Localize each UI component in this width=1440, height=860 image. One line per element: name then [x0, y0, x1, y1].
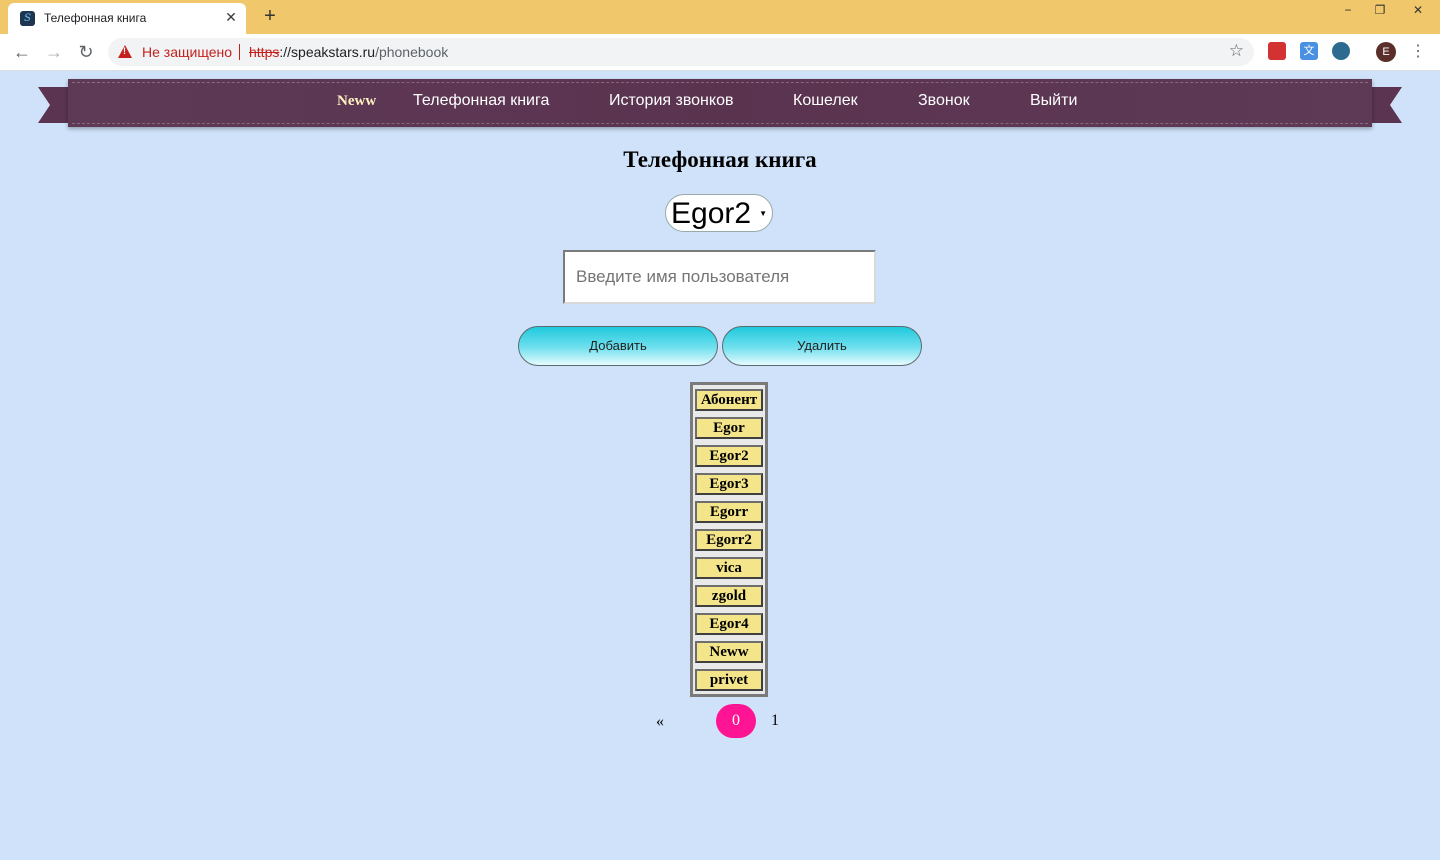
tab-close-icon[interactable]: ✕: [222, 8, 240, 26]
tab-title: Телефонная книга: [44, 11, 147, 25]
nav-link-logout[interactable]: Выйти: [1030, 92, 1077, 110]
chevron-down-icon: ▼: [759, 209, 767, 218]
table-row[interactable]: zgold: [695, 585, 763, 607]
user-select-value: Egor2: [671, 197, 752, 230]
table-row[interactable]: Egorr: [695, 501, 763, 523]
window-close-icon[interactable]: ✕: [1396, 0, 1440, 20]
bookmark-star-icon[interactable]: ☆: [1229, 41, 1244, 61]
table-row[interactable]: Egor3: [695, 473, 763, 495]
pagination-page-link[interactable]: 1: [771, 712, 779, 730]
browser-tab[interactable]: S Телефонная книга ✕: [8, 3, 246, 34]
restore-icon[interactable]: ❐: [1364, 0, 1396, 20]
site-navbar: Neww Телефонная книга История звонков Ко…: [68, 79, 1372, 127]
warning-icon[interactable]: [118, 45, 132, 58]
omnibox-divider: [239, 44, 240, 60]
reload-icon[interactable]: ↻: [74, 40, 98, 64]
table-row[interactable]: Egor: [695, 417, 763, 439]
translate-extension-icon[interactable]: 文: [1300, 42, 1318, 60]
url-host: ://speakstars.ru: [279, 44, 376, 60]
table-row[interactable]: privet: [695, 669, 763, 691]
username-input[interactable]: [563, 250, 876, 304]
security-status[interactable]: Не защищено: [142, 44, 232, 60]
table-row[interactable]: Egor4: [695, 613, 763, 635]
page-title: Телефонная книга: [623, 147, 817, 172]
site-favicon-icon: S: [20, 11, 35, 26]
delete-button[interactable]: Удалить: [722, 326, 922, 366]
url-path: /phonebook: [375, 44, 449, 60]
new-tab-button[interactable]: +: [258, 4, 282, 28]
window-controls: − ❐ ✕: [1332, 0, 1440, 20]
nav-link-wallet[interactable]: Кошелек: [793, 92, 858, 110]
add-button[interactable]: Добавить: [518, 326, 718, 366]
current-user-label: Neww: [337, 93, 377, 109]
user-select-dropdown[interactable]: Egor2 ▼: [665, 194, 773, 232]
pagination: « 0 1: [0, 703, 1440, 739]
table-row[interactable]: Egor2: [695, 445, 763, 467]
profile-avatar[interactable]: E: [1376, 42, 1396, 62]
browser-menu-icon[interactable]: ⋮: [1410, 40, 1426, 64]
browser-titlebar: S Телефонная книга ✕ + − ❐ ✕: [0, 0, 1440, 34]
nav-link-call[interactable]: Звонок: [918, 92, 970, 110]
address-bar[interactable]: Не защищено https://speakstars.ru/phoneb…: [108, 38, 1254, 66]
minimize-icon[interactable]: −: [1332, 0, 1364, 20]
pagination-prev-link[interactable]: «: [656, 713, 664, 731]
table-row[interactable]: Egorr2: [695, 529, 763, 551]
table-header-subscriber: Абонент: [695, 389, 763, 411]
contacts-table: Абонент Egor Egor2 Egor3 Egorr Egorr2 vi…: [690, 382, 768, 697]
pagination-current-page[interactable]: 0: [716, 704, 756, 738]
forward-arrow-icon[interactable]: →: [42, 40, 66, 64]
page-content: Neww Телефонная книга История звонков Ко…: [0, 71, 1440, 860]
nav-link-phonebook[interactable]: Телефонная книга: [413, 92, 549, 110]
url-scheme: https: [249, 44, 280, 60]
table-row[interactable]: Neww: [695, 641, 763, 663]
browser-toolbar: ← → ↻ Не защищено https://speakstars.ru/…: [0, 34, 1440, 71]
table-row[interactable]: vica: [695, 557, 763, 579]
nav-link-call-history[interactable]: История звонков: [609, 92, 733, 110]
extension-globe-icon[interactable]: [1332, 42, 1350, 60]
url-text[interactable]: https://speakstars.ru/phonebook: [249, 44, 448, 60]
extension-book-icon[interactable]: [1268, 42, 1286, 60]
back-arrow-icon[interactable]: ←: [10, 40, 34, 64]
